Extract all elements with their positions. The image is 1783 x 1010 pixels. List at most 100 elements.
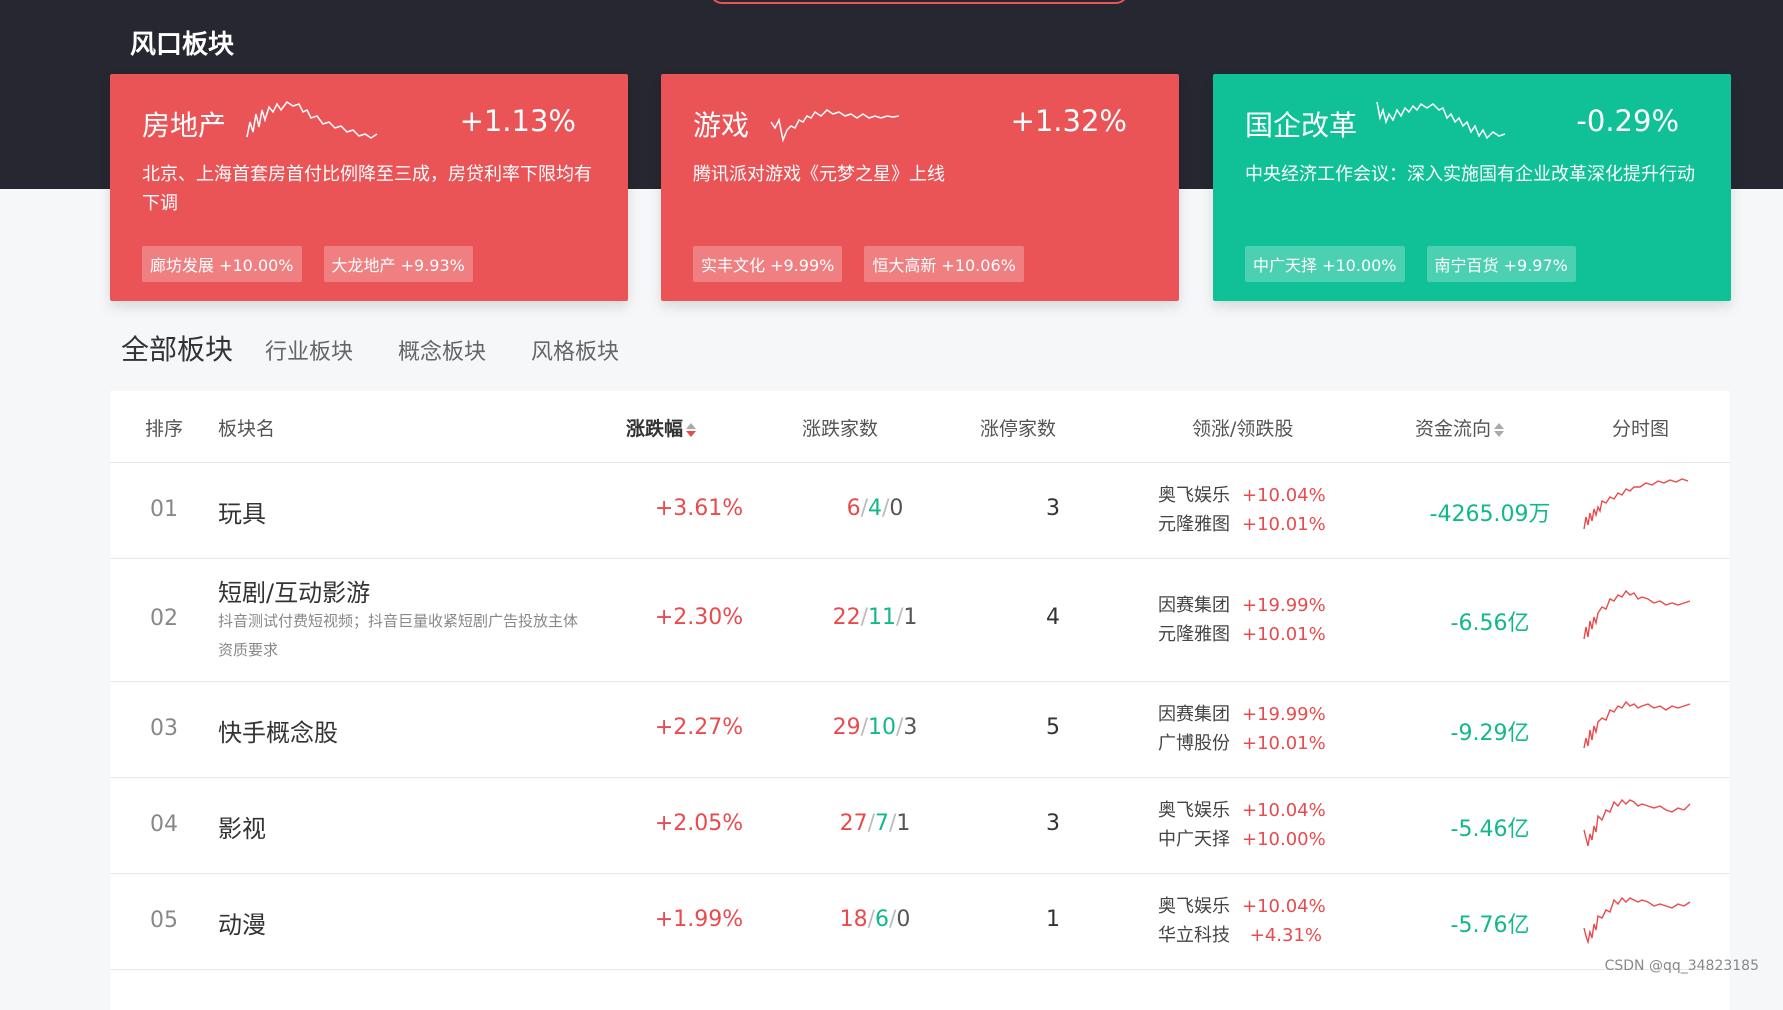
col-name: 板块名: [218, 418, 276, 440]
leader-stock[interactable]: 奥飞娱乐: [1158, 892, 1242, 921]
leader-change: +10.00%: [1242, 829, 1326, 850]
card-sector-name: 房地产: [142, 109, 227, 142]
leader-stock[interactable]: 广博股份: [1158, 729, 1242, 758]
leader-stock[interactable]: 中广天择: [1158, 825, 1242, 854]
row-intraday-chart: [1583, 700, 1691, 749]
tab-concept[interactable]: 概念板块: [398, 334, 486, 366]
down-count: 7: [875, 811, 889, 836]
col-fund-flow-sort[interactable]: 资金流向: [1415, 414, 1505, 441]
search-box-edge[interactable]: [710, 0, 1128, 4]
row-sector-name[interactable]: 快手概念股: [218, 713, 338, 748]
leader-stock[interactable]: 元隆雅图: [1158, 510, 1242, 539]
card-tag-stock[interactable]: 廊坊发展 +10.00%: [142, 246, 302, 282]
watermark: CSDN @qq_34823185: [1604, 958, 1759, 974]
row-rank: 05: [150, 908, 178, 933]
flat-count: 0: [896, 907, 911, 932]
col-change-label: 涨跌幅: [626, 418, 684, 440]
row-change: +2.30%: [654, 605, 744, 630]
row-rank: 01: [150, 497, 178, 522]
card-news[interactable]: 北京、上海首套房首付比例降至三成，房贷利率下限均有下调: [142, 160, 602, 218]
leader-stock[interactable]: 奥飞娱乐: [1158, 796, 1242, 825]
col-rank: 排序: [145, 418, 184, 440]
card-news[interactable]: 中央经济工作会议：深入实施国有企业改革深化提升行动: [1245, 160, 1705, 189]
tab-all[interactable]: 全部板块: [121, 328, 233, 368]
col-intraday-chart: 分时图: [1612, 418, 1670, 440]
hot-card-soe-reform[interactable]: 国企改革 -0.29% 中央经济工作会议：深入实施国有企业改革深化提升行动 中广…: [1213, 74, 1731, 301]
card-tag-stock[interactable]: 南宁百货 +9.97%: [1426, 246, 1576, 282]
row-limit-up-count: 3: [1046, 496, 1060, 521]
col-change-sort[interactable]: 涨跌幅: [626, 414, 697, 441]
hot-sectors-title: 风口板块: [130, 30, 235, 60]
card-tag-stock[interactable]: 中广天择 +10.00%: [1245, 246, 1405, 282]
row-rank: 03: [150, 716, 178, 741]
up-count: 6: [846, 496, 861, 521]
row-fund-flow: -5.76亿: [1450, 913, 1530, 938]
up-count: 18: [839, 907, 868, 932]
sort-arrows-icon[interactable]: [686, 421, 697, 439]
card-sector-name: 国企改革: [1245, 109, 1358, 142]
row-up-down-count: 29/10/3: [832, 715, 918, 740]
card-change-pct: -0.29%: [1576, 104, 1679, 138]
leader-change: +4.31%: [1249, 925, 1322, 946]
row-intraday-chart: [1583, 798, 1691, 847]
table-row[interactable]: 04 影视 +2.05% 27/7/1 3 奥飞娱乐 +10.04% 中广天择 +1…: [110, 778, 1730, 874]
row-sector-name[interactable]: 短剧/互动影游: [218, 573, 370, 608]
row-up-down-count: 6/4/0: [846, 496, 904, 521]
leader-stock[interactable]: 因赛集团: [1158, 700, 1242, 729]
row-change: +2.27%: [654, 715, 744, 740]
card-change-pct: +1.13%: [459, 104, 576, 138]
leader-stock[interactable]: 元隆雅图: [1158, 620, 1242, 649]
card-tag-stock[interactable]: 大龙地产 +9.93%: [323, 246, 473, 282]
row-leaders: 因赛集团 +19.99% 元隆雅图 +10.01%: [1158, 591, 1358, 649]
row-sector-name[interactable]: 动漫: [218, 905, 266, 940]
leader-stock[interactable]: 华立科技: [1158, 921, 1242, 950]
hot-card-real-estate[interactable]: 房地产 +1.13% 北京、上海首套房首付比例降至三成，房贷利率下限均有下调 廊…: [110, 74, 628, 301]
table-row[interactable]: 02 短剧/互动影游 抖音测试付费短视频；抖音巨量收紧短剧广告投放主体资质要求 …: [110, 559, 1730, 682]
card-sparkline: [770, 109, 900, 143]
card-tag-stock[interactable]: 实丰文化 +9.99%: [693, 246, 843, 282]
row-change: +3.61%: [654, 496, 744, 521]
flat-count: 0: [889, 496, 904, 521]
card-sparkline: [246, 100, 378, 139]
leader-change: +10.04%: [1242, 485, 1326, 506]
col-limit-up: 涨停家数: [980, 418, 1057, 440]
leader-change: +10.04%: [1242, 800, 1326, 821]
row-change: +1.99%: [654, 907, 744, 932]
card-sector-name: 游戏: [693, 109, 750, 142]
down-count: 4: [868, 496, 882, 521]
hot-card-games[interactable]: 游戏 +1.32% 腾讯派对游戏《元梦之星》上线 实丰文化 +9.99% 恒大高…: [661, 74, 1179, 301]
tab-style[interactable]: 风格板块: [531, 334, 619, 366]
row-fund-flow: -5.46亿: [1450, 817, 1530, 842]
row-limit-up-count: 5: [1046, 715, 1060, 740]
table-row[interactable]: 05 动漫 +1.99% 18/6/0 1 奥飞娱乐 +10.04% 华立科技 +4…: [110, 874, 1730, 970]
row-sector-name[interactable]: 影视: [218, 809, 266, 844]
row-limit-up-count: 3: [1046, 811, 1060, 836]
leader-change: +10.04%: [1242, 896, 1326, 917]
leader-change: +19.99%: [1242, 704, 1326, 725]
row-up-down-count: 18/6/0: [839, 907, 911, 932]
card-tag-stock[interactable]: 恒大高新 +10.06%: [864, 246, 1024, 282]
down-count: 6: [875, 907, 889, 932]
card-news[interactable]: 腾讯派对游戏《元梦之星》上线: [693, 160, 1153, 189]
row-sector-note: 抖音测试付费短视频；抖音巨量收紧短剧广告投放主体资质要求: [218, 612, 579, 659]
sort-arrows-icon[interactable]: [1494, 421, 1505, 439]
tab-industry[interactable]: 行业板块: [265, 334, 353, 366]
row-leaders: 奥飞娱乐 +10.04% 华立科技 +4.31%: [1158, 892, 1358, 950]
flat-count: 1: [903, 605, 918, 630]
row-sector-name[interactable]: 玩具: [218, 494, 266, 529]
down-count: 11: [868, 605, 896, 630]
row-up-down-count: 27/7/1: [839, 811, 911, 836]
col-up-down: 涨跌家数: [802, 418, 879, 440]
table-row[interactable]: 03 快手概念股 +2.27% 29/10/3 5 因赛集团 +19.99% 广博…: [110, 682, 1730, 778]
leader-stock[interactable]: 因赛集团: [1158, 591, 1242, 620]
leader-stock[interactable]: 奥飞娱乐: [1158, 481, 1242, 510]
card-change-pct: +1.32%: [1010, 104, 1127, 138]
table-row[interactable]: 01 玩具 +3.61% 6/4/0 3 奥飞娱乐 +10.04% 元隆雅图 +10…: [110, 463, 1730, 559]
row-fund-flow: -6.56亿: [1450, 611, 1530, 636]
col-leaders: 领涨/领跌股: [1192, 418, 1294, 440]
row-limit-up-count: 4: [1046, 605, 1060, 630]
flat-count: 3: [903, 715, 918, 740]
row-limit-up-count: 1: [1046, 907, 1060, 932]
down-count: 10: [868, 715, 896, 740]
row-leaders: 因赛集团 +19.99% 广博股份 +10.01%: [1158, 700, 1358, 758]
